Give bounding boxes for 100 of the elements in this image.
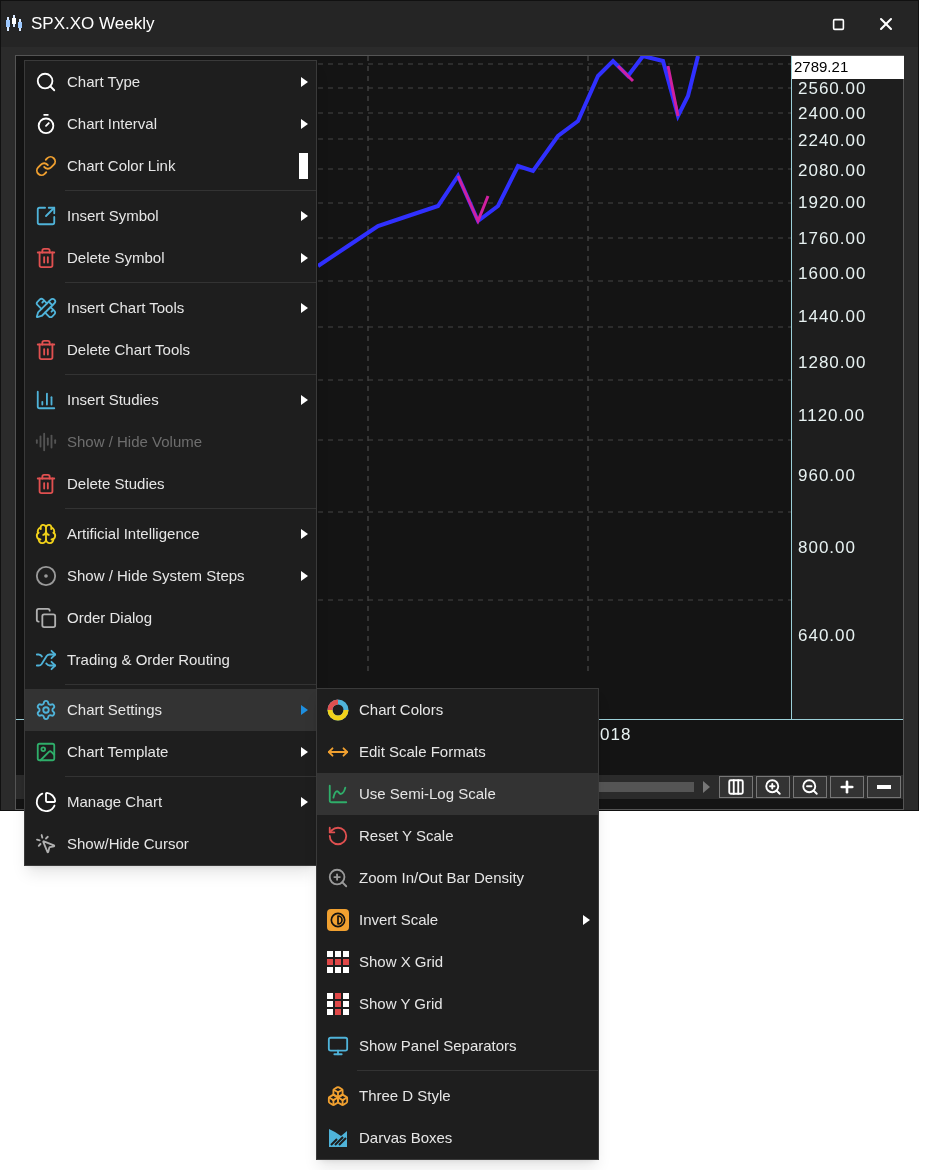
monitor-icon [327,1035,349,1057]
axis-label: 1600.00 [798,263,867,285]
axis-label: 1440.00 [798,306,867,328]
hatched-chart-icon [327,1127,349,1149]
brain-icon [35,523,57,545]
menu-item[interactable]: Delete Chart Tools [25,329,316,371]
menu-item-label: Insert Chart Tools [67,297,186,318]
menu-item[interactable]: Edit Scale Formats [317,731,598,773]
cubes-icon [327,1085,349,1107]
menu-item-label: Darvas Boxes [359,1127,454,1148]
trash-icon [35,473,57,495]
zoom-in-icon [764,778,782,796]
menu-item[interactable]: Delete Symbol [25,237,316,279]
axis-label: 2080.00 [798,160,867,182]
settings-icon [35,699,57,721]
menu-item[interactable]: Insert Chart Tools [25,287,316,329]
menu-item-label: Chart Colors [359,699,445,720]
axis-label: 2400.00 [798,103,867,125]
zoom-in-button[interactable] [756,776,790,798]
menu-item-label: Show / Hide System Steps [67,565,246,586]
menu-item-label: Show Panel Separators [359,1035,518,1056]
axis-label: 960.00 [798,465,856,487]
menu-item-label: Chart Interval [67,113,159,134]
external-box-icon [35,205,57,227]
trash-icon [35,247,57,269]
zoom-out-button[interactable] [793,776,827,798]
columns-button[interactable] [719,776,753,798]
axis-label: 018 [600,724,632,746]
menu-item[interactable]: Chart Settings [25,689,316,731]
menu-item[interactable]: Use Semi-Log Scale [317,773,598,815]
pencil-ruler-icon [35,297,57,319]
menu-item-label: Zoom In/Out Bar Density [359,867,526,888]
menu-item-label: Order Dialog [67,607,154,628]
bar-chart-icon [35,389,57,411]
menu-item-label: Three D Style [359,1085,452,1106]
menu-item-label: Insert Symbol [67,205,160,226]
link-icon [35,155,57,177]
menu-item[interactable]: Trading & Order Routing [25,639,316,681]
shuffle-icon [35,649,57,671]
grid-icon [327,951,349,973]
pie-chart-icon [35,791,57,813]
menu-item[interactable]: Show X Grid [317,941,598,983]
target-icon [35,565,57,587]
menu-item[interactable]: Three D Style [317,1075,598,1117]
menu-item[interactable]: Show Y Grid [317,983,598,1025]
menu-item[interactable]: Zoom In/Out Bar Density [317,857,598,899]
menu-item-label: Show X Grid [359,951,445,972]
menu-item[interactable]: Chart Colors [317,689,598,731]
menu-item-label: Chart Template [67,741,170,762]
columns-icon [727,778,745,796]
menu-item[interactable]: Darvas Boxes [317,1117,598,1159]
plus-icon [838,778,856,796]
menu-item-label: Insert Studies [67,389,160,410]
menu-item[interactable]: Manage Chart [25,781,316,823]
menu-item-label: Chart Type [67,71,142,92]
picture-frame-icon [35,741,57,763]
menu-item[interactable]: Chart Template [25,731,316,773]
menu-item[interactable]: Artificial Intelligence [25,513,316,555]
minus-button[interactable] [867,776,901,798]
menu-item-label: Use Semi-Log Scale [359,783,497,804]
axis-label: 2560.00 [798,78,867,100]
zoom-out-icon [801,778,819,796]
menu-item[interactable]: Order Dialog [25,597,316,639]
axis-label: 1760.00 [798,228,867,250]
menu-item[interactable]: Insert Studies [25,379,316,421]
axis-label: 640.00 [798,625,856,647]
menu-item-label: Manage Chart [67,791,164,812]
axis-label: 800.00 [798,537,856,559]
axis-label: 1120.00 [798,405,866,427]
menu-item[interactable]: Reset Y Scale [317,815,598,857]
menu-item[interactable]: Show Panel Separators [317,1025,598,1067]
volume-bars-icon [35,431,57,453]
menu-item-label: Show Y Grid [359,993,444,1014]
menu-item-label: Reset Y Scale [359,825,455,846]
magnifier-icon [35,71,57,93]
ring-icon [327,699,349,721]
maximize-icon [831,17,845,31]
menu-item-label: Artificial Intelligence [67,523,201,544]
menu-item-label: Trading & Order Routing [67,649,231,670]
menu-item[interactable]: Show / Hide System Steps [25,555,316,597]
cursor-icon [35,833,57,855]
squares-icon [35,607,57,629]
plus-button[interactable] [830,776,864,798]
menu-item[interactable]: Chart Color Link [25,145,316,187]
axis-label: 1280.00 [798,352,867,374]
menu-item[interactable]: Delete Studies [25,463,316,505]
arrow-icon[interactable] [703,781,710,793]
menu-item[interactable]: Insert Symbol [25,195,316,237]
menu-item[interactable]: Invert Scale [317,899,598,941]
reset-icon [327,825,349,847]
candles-icon [5,15,25,33]
menu-item[interactable]: Show/Hide Cursor [25,823,316,865]
axis-label: 1920.00 [798,192,867,214]
menu-item[interactable]: Chart Type [25,61,316,103]
menu-item-label: Show/Hide Cursor [67,833,190,854]
menu-item-label: Delete Studies [67,473,166,494]
zoom-icon [327,867,349,889]
menu-item[interactable]: Chart Interval [25,103,316,145]
menu-item-label: Invert Scale [359,909,440,930]
last-price-label: 2789.21 [792,56,904,79]
